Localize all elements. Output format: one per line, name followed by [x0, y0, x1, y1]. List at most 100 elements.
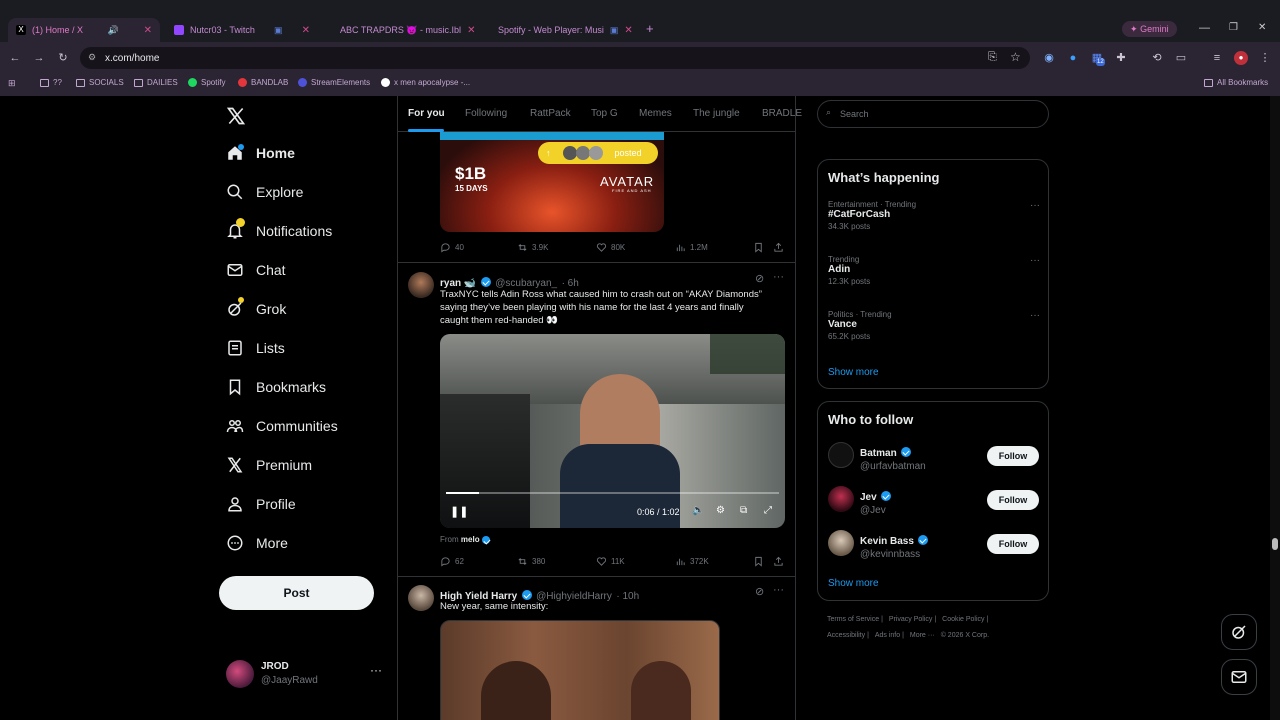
bookmark-button[interactable] — [753, 242, 764, 253]
audio-extension-icon[interactable]: ◉ — [1042, 51, 1056, 65]
tab-search-icon[interactable]: ⟲ — [1150, 51, 1164, 65]
show-more-link[interactable]: Show more — [828, 578, 879, 589]
forward-icon[interactable]: → — [32, 51, 46, 65]
repost-button[interactable]: 380 — [517, 556, 545, 567]
tab-top-g[interactable]: Top G — [591, 108, 618, 119]
settings-gear-icon[interactable]: ⚙ — [716, 505, 725, 516]
all-bookmarks[interactable]: All Bookmarks — [1204, 78, 1268, 87]
trend-item[interactable]: Entertainment · Trending #CatForCash 34.… — [828, 200, 1040, 231]
sidebar-item-lists[interactable]: Lists — [226, 339, 285, 357]
tab-rattpack[interactable]: RattPack — [530, 108, 571, 119]
footer-link[interactable]: Accessibility — [827, 632, 865, 639]
more-dots-icon[interactable]: ··· — [1030, 310, 1040, 321]
sidebar-item-more[interactable]: More — [226, 534, 288, 552]
reply-button[interactable]: 40 — [440, 242, 464, 253]
post-media-image[interactable] — [440, 620, 720, 720]
follow-button[interactable]: Follow — [987, 490, 1039, 510]
sidebar-item-grok[interactable]: Grok — [226, 297, 286, 318]
avatar[interactable] — [408, 585, 434, 611]
tab-music[interactable]: ABC TRAPDRS 👿 - music.Ibl ✕ — [326, 18, 478, 42]
footer-link[interactable]: Privacy Policy — [889, 616, 933, 623]
bookmark-folder[interactable]: DAILIES — [134, 78, 178, 87]
bookmark-folder[interactable]: SOCIALS — [76, 78, 124, 87]
footer-link[interactable]: More ··· — [910, 632, 935, 639]
puzzle-extensions-icon[interactable]: ✚ — [1114, 51, 1128, 65]
footer-link[interactable]: Terms of Service — [827, 616, 879, 623]
tab-the-jungle[interactable]: The jungle — [693, 108, 740, 119]
video-player[interactable]: ❚❚ 0:06 / 1:02 🔈 ⚙ ⧉ ⤢ — [440, 334, 785, 528]
tab-twitch[interactable]: Nutcr03 - Twitch ▣ ✕ — [166, 18, 318, 42]
views-button[interactable]: 1.2M — [675, 242, 708, 253]
like-button[interactable]: 11K — [596, 556, 625, 567]
messages-floating-button[interactable] — [1221, 659, 1257, 695]
reload-icon[interactable]: ↻ — [56, 51, 70, 65]
scrollbar-thumb[interactable] — [1272, 538, 1278, 550]
follow-button[interactable]: Follow — [987, 534, 1039, 554]
grok-analyze-icon[interactable]: ⊘ — [755, 585, 764, 598]
avatar[interactable] — [828, 442, 854, 468]
close-tab-icon[interactable]: ✕ — [302, 25, 310, 36]
close-window-button[interactable]: ✕ — [1258, 22, 1266, 33]
more-dots-icon[interactable]: ··· — [1030, 200, 1040, 211]
follow-button[interactable]: Follow — [987, 446, 1039, 466]
sidebar-item-chat[interactable]: Chat — [226, 261, 286, 279]
bookmark-folder[interactable]: ?? — [40, 78, 62, 87]
tab-following[interactable]: Following — [465, 108, 507, 119]
chrome-menu-icon[interactable]: ⋮ — [1258, 51, 1272, 65]
share-button[interactable] — [773, 556, 784, 567]
account-switcher[interactable]: JROD @JaayRawd ··· — [226, 658, 386, 692]
extension-badge-icon[interactable]: ▦12 — [1090, 51, 1105, 66]
minimize-button[interactable]: — — [1199, 22, 1210, 34]
sidebar-item-notifications[interactable]: Notifications — [226, 218, 332, 240]
avatar[interactable] — [828, 530, 854, 556]
from-name[interactable]: melo — [461, 535, 480, 544]
bookmark-link[interactable]: Spotify — [188, 78, 225, 87]
close-tab-icon[interactable]: ✕ — [144, 25, 152, 36]
fullscreen-icon[interactable]: ⤢ — [764, 505, 772, 516]
grok-analyze-icon[interactable]: ⊘ — [755, 272, 764, 285]
grok-floating-button[interactable] — [1221, 614, 1257, 650]
more-dots-icon[interactable]: ··· — [1030, 255, 1040, 266]
tab-spotify[interactable]: Spotify - Web Player: Musi ▣ ✕ — [484, 18, 636, 42]
bookmark-link[interactable]: StreamElements — [298, 78, 370, 87]
like-button[interactable]: 80K — [596, 242, 625, 253]
sidebar-item-communities[interactable]: Communities — [226, 417, 338, 435]
site-info-icon[interactable]: ⚙ — [88, 52, 96, 63]
views-button[interactable]: 372K — [675, 556, 709, 567]
trend-item[interactable]: Politics · Trending Vance 65.2K posts ··… — [828, 310, 1040, 341]
bookmark-button[interactable] — [753, 556, 764, 567]
bookmark-link[interactable]: x men apocalypse -... — [381, 78, 470, 87]
video-progress-track[interactable] — [446, 492, 779, 494]
sidebar-item-home[interactable]: Home — [226, 144, 295, 162]
avatar[interactable] — [408, 272, 434, 298]
pip-icon[interactable]: ⧉ — [740, 505, 747, 516]
more-dots-icon[interactable]: ··· — [773, 584, 784, 596]
back-icon[interactable]: ← — [8, 51, 22, 65]
reply-button[interactable]: 62 — [440, 556, 464, 567]
post-media-image[interactable]: ↑ posted $1B 15 DAYS AVATAR FIRE AND ASH — [440, 132, 664, 232]
more-dots-icon[interactable]: ··· — [773, 271, 784, 283]
post-button[interactable]: Post — [219, 576, 374, 610]
sidebar-item-premium[interactable]: Premium — [226, 456, 312, 474]
pause-icon[interactable]: ❚❚ — [450, 505, 468, 518]
footer-link[interactable]: Cookie Policy — [942, 616, 984, 623]
repost-button[interactable]: 3.9K — [517, 242, 548, 253]
sidebar-item-bookmarks[interactable]: Bookmarks — [226, 378, 326, 396]
media-controls-icon[interactable]: ≡ — [1210, 51, 1224, 65]
footer-link[interactable]: Ads info — [875, 632, 900, 639]
trend-item[interactable]: Trending Adin 12.3K posts ··· — [828, 255, 1040, 286]
tab-for-you[interactable]: For you — [408, 108, 445, 119]
posted-pill[interactable]: ↑ posted — [538, 142, 658, 164]
gemini-button[interactable]: ✦ Gemini — [1122, 21, 1177, 37]
show-more-link[interactable]: Show more — [828, 367, 879, 378]
new-tab-button[interactable]: + — [646, 21, 654, 36]
close-tab-icon[interactable]: ✕ — [624, 25, 632, 36]
sidebar-item-profile[interactable]: Profile — [226, 495, 296, 513]
sidebar-item-explore[interactable]: Explore — [226, 183, 303, 201]
share-button[interactable] — [773, 242, 784, 253]
speaker-icon[interactable]: 🔊 — [108, 25, 119, 36]
avatar[interactable] — [828, 486, 854, 512]
follow-suggestion[interactable]: Kevin Bass @kevinnbass — [860, 531, 929, 560]
bookmark-link[interactable]: BANDLAB — [238, 78, 288, 87]
follow-suggestion[interactable]: Jev @Jev — [860, 487, 892, 516]
